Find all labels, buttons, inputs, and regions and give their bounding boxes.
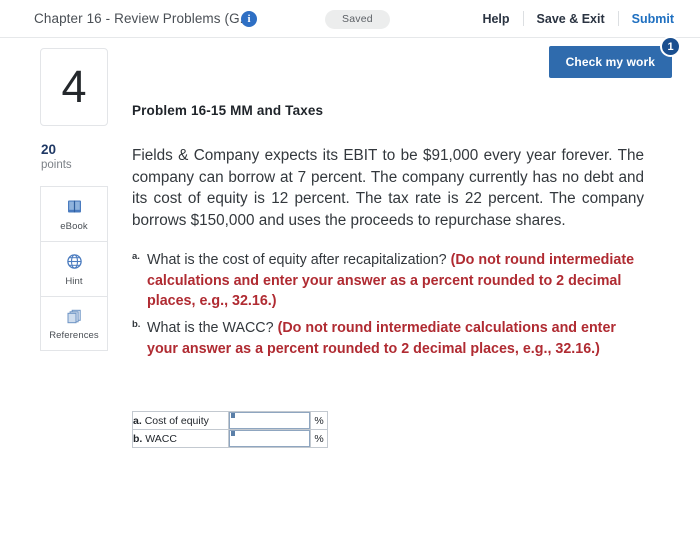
documents-stack-icon bbox=[66, 306, 83, 326]
points-label: points bbox=[41, 158, 72, 171]
answer-row-b-marker: b. bbox=[133, 432, 143, 445]
ebook-button[interactable]: eBook bbox=[40, 186, 108, 242]
cost-of-equity-input[interactable] bbox=[229, 412, 310, 429]
answer-row-b-unit: % bbox=[310, 429, 328, 448]
references-label: References bbox=[49, 330, 99, 342]
answer-row-a-label: a. Cost of equity bbox=[132, 411, 229, 430]
question-b-text: What is the WACC? bbox=[147, 320, 278, 337]
question-part-b: b. What is the WACC? (Do not round inter… bbox=[132, 318, 644, 359]
points-value: 20 bbox=[41, 142, 57, 157]
problem-title: Problem 16-15 MM and Taxes bbox=[132, 103, 324, 118]
table-row: b. WACC % bbox=[132, 429, 328, 448]
problem-content: Problem 16-15 MM and Taxes Fields & Comp… bbox=[132, 46, 644, 365]
question-a-marker: a. bbox=[132, 250, 140, 262]
answer-row-a-marker: a. bbox=[133, 414, 142, 427]
question-page: Chapter 16 - Review Problems (G... i Sav… bbox=[0, 0, 700, 534]
submit-link[interactable]: Submit bbox=[619, 12, 674, 26]
left-rail: 4 20 points eBook Hint References bbox=[40, 48, 108, 352]
ebook-label: eBook bbox=[60, 220, 88, 232]
question-list: a. What is the cost of equity after reca… bbox=[132, 250, 644, 360]
answer-row-a-input-cell bbox=[228, 411, 311, 430]
tool-button-stack: eBook Hint References bbox=[40, 186, 108, 352]
help-link[interactable]: Help bbox=[469, 12, 522, 26]
input-holder bbox=[229, 412, 310, 429]
points-block: 20 points bbox=[40, 142, 108, 172]
check-my-work-badge: 1 bbox=[660, 36, 681, 57]
assignment-title: Chapter 16 - Review Problems (G... bbox=[34, 11, 252, 26]
question-number-box: 4 bbox=[40, 48, 108, 126]
hint-button[interactable]: Hint bbox=[40, 241, 108, 297]
references-button[interactable]: References bbox=[40, 296, 108, 352]
globe-icon bbox=[66, 252, 83, 272]
wacc-input[interactable] bbox=[229, 430, 310, 447]
top-bar-links: Help Save & Exit Submit bbox=[469, 11, 674, 26]
question-b-marker: b. bbox=[132, 319, 141, 331]
top-bar: Chapter 16 - Review Problems (G... i Sav… bbox=[0, 0, 700, 38]
question-a-text: What is the cost of equity after recapit… bbox=[147, 251, 451, 268]
table-row: a. Cost of equity % bbox=[132, 411, 328, 430]
problem-stem: Fields & Company expects its EBIT to be … bbox=[132, 147, 644, 230]
book-icon bbox=[66, 197, 83, 217]
answer-row-b-input-cell bbox=[228, 429, 311, 448]
answer-row-b-name: WACC bbox=[145, 432, 177, 445]
saved-status-badge: Saved bbox=[325, 10, 390, 29]
answer-table: a. Cost of equity % b. WACC % bbox=[132, 411, 328, 448]
question-part-a: a. What is the cost of equity after reca… bbox=[132, 250, 644, 312]
answer-row-a-unit: % bbox=[310, 411, 328, 430]
input-holder bbox=[229, 430, 310, 447]
answer-row-b-label: b. WACC bbox=[132, 429, 229, 448]
info-icon[interactable]: i bbox=[241, 11, 257, 27]
save-and-exit-link[interactable]: Save & Exit bbox=[524, 12, 618, 26]
answer-row-a-name: Cost of equity bbox=[144, 414, 209, 427]
hint-label: Hint bbox=[65, 275, 83, 287]
